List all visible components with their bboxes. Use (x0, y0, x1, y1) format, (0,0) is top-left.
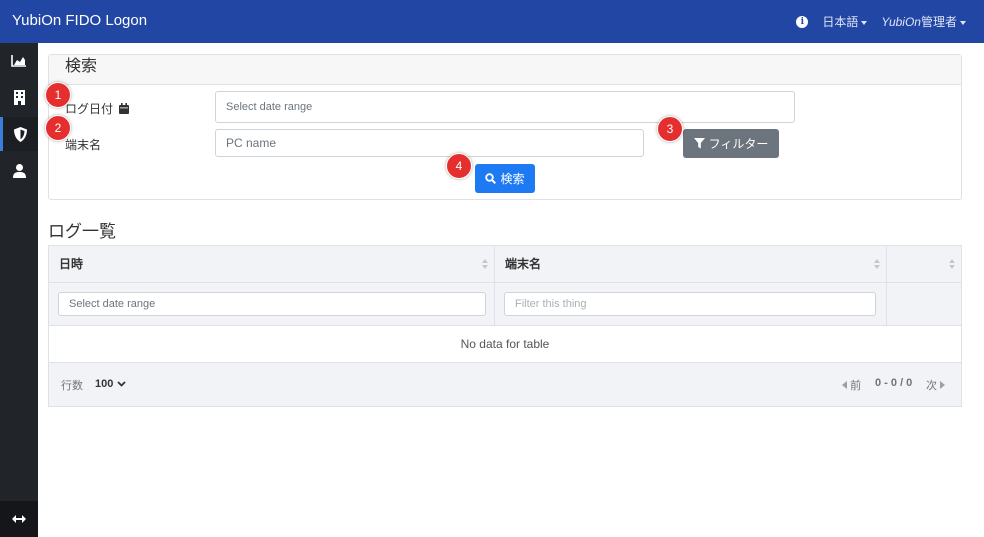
search-panel: 検索 ログ日付 Select date range 端末名 PC name フィ… (48, 54, 962, 200)
language-dropdown[interactable]: 日本語 (822, 13, 868, 30)
pc-name-placeholder: PC name (226, 136, 277, 150)
rows-per-page-label: 行数 (61, 380, 83, 392)
search-button[interactable]: 検索 (475, 164, 535, 193)
pc-name-input[interactable]: PC name (215, 129, 644, 157)
caret-left-icon (842, 381, 847, 389)
sort-icon (874, 259, 880, 269)
date-filter-placeholder: Select date range (69, 298, 156, 310)
log-list-title: ログ一覧 (48, 222, 116, 241)
table-header: 日時 端末名 (49, 246, 961, 283)
table-footer: 行数 100 前 0 - 0 / 0 次 (49, 363, 961, 406)
filter-cell-pc-name: Filter this thing (495, 283, 887, 326)
shield-icon (14, 126, 27, 142)
chart-area-icon (11, 54, 26, 67)
column-header-label: 日時 (59, 257, 84, 271)
search-panel-title: 検索 (49, 55, 961, 85)
chevron-down-icon (117, 381, 127, 387)
filter-cell-datetime: Select date range (49, 283, 495, 326)
sidebar (0, 43, 38, 537)
user-icon (12, 164, 26, 178)
sidebar-item-security[interactable] (0, 117, 38, 151)
filter-button[interactable]: フィルター (683, 129, 779, 158)
prev-page-label: 前 (850, 380, 862, 392)
annotation-badge-3: 3 (657, 116, 683, 142)
search-icon (485, 173, 497, 184)
filter-button-label: フィルター (708, 137, 769, 151)
pc-name-filter-placeholder: Filter this thing (515, 298, 587, 310)
user-name-prefix: YubiOn (881, 15, 921, 29)
sort-icon (949, 259, 955, 269)
language-label: 日本語 (822, 15, 859, 29)
column-header-extra[interactable] (887, 246, 961, 283)
user-name-suffix: 管理者 (920, 15, 957, 29)
date-range-input[interactable]: Select date range (215, 91, 795, 123)
rows-per-page-select[interactable]: 100 (95, 378, 127, 390)
column-header-datetime[interactable]: 日時 (49, 246, 495, 283)
search-button-label: 検索 (500, 172, 525, 186)
table-empty-message: No data for table (49, 326, 961, 363)
filter-icon (693, 138, 705, 149)
arrows-horizontal-icon (12, 515, 26, 523)
pc-name-label: 端末名 (65, 138, 102, 152)
calendar-icon (119, 103, 130, 114)
caret-down-icon (861, 20, 868, 25)
next-page-button[interactable]: 次 (926, 377, 946, 393)
page-range: 0 - 0 / 0 (875, 377, 913, 389)
prev-page-button[interactable]: 前 (842, 377, 861, 393)
caret-down-icon (960, 20, 966, 25)
top-navbar: YubiOn FIDO Logon i 日本語 YubiOn管理者 (0, 0, 984, 43)
annotation-badge-1: 1 (45, 82, 71, 108)
user-dropdown[interactable]: YubiOn管理者 (881, 13, 966, 30)
sidebar-item-dashboard[interactable] (0, 43, 38, 77)
annotation-badge-2: 2 (45, 115, 71, 141)
sidebar-item-organization[interactable] (0, 80, 38, 114)
info-icon[interactable]: i (796, 15, 809, 28)
sort-icon (482, 259, 488, 269)
sidebar-toggle-button[interactable] (0, 501, 38, 537)
caret-right-icon (940, 381, 946, 389)
table-filter-row: Select date range Filter this thing (49, 283, 961, 326)
building-icon (13, 89, 25, 105)
date-label-text: ログ日付 (65, 102, 114, 116)
sidebar-item-users[interactable] (0, 154, 38, 188)
rows-per-page-value: 100 (95, 378, 114, 390)
annotation-badge-4: 4 (446, 153, 472, 179)
navbar-right: i 日本語 YubiOn管理者 (796, 13, 966, 30)
column-header-pc-name[interactable]: 端末名 (495, 246, 887, 283)
date-range-placeholder: Select date range (226, 101, 313, 113)
column-header-label: 端末名 (505, 257, 542, 271)
app-title[interactable]: YubiOn FIDO Logon (12, 12, 147, 29)
pc-name-filter-input[interactable]: Filter this thing (504, 292, 876, 316)
date-filter-input[interactable]: Select date range (58, 292, 486, 316)
date-label: ログ日付 (65, 100, 130, 117)
next-page-label: 次 (926, 380, 937, 392)
log-table: 日時 端末名 Select date range Filter this thi… (48, 245, 962, 407)
